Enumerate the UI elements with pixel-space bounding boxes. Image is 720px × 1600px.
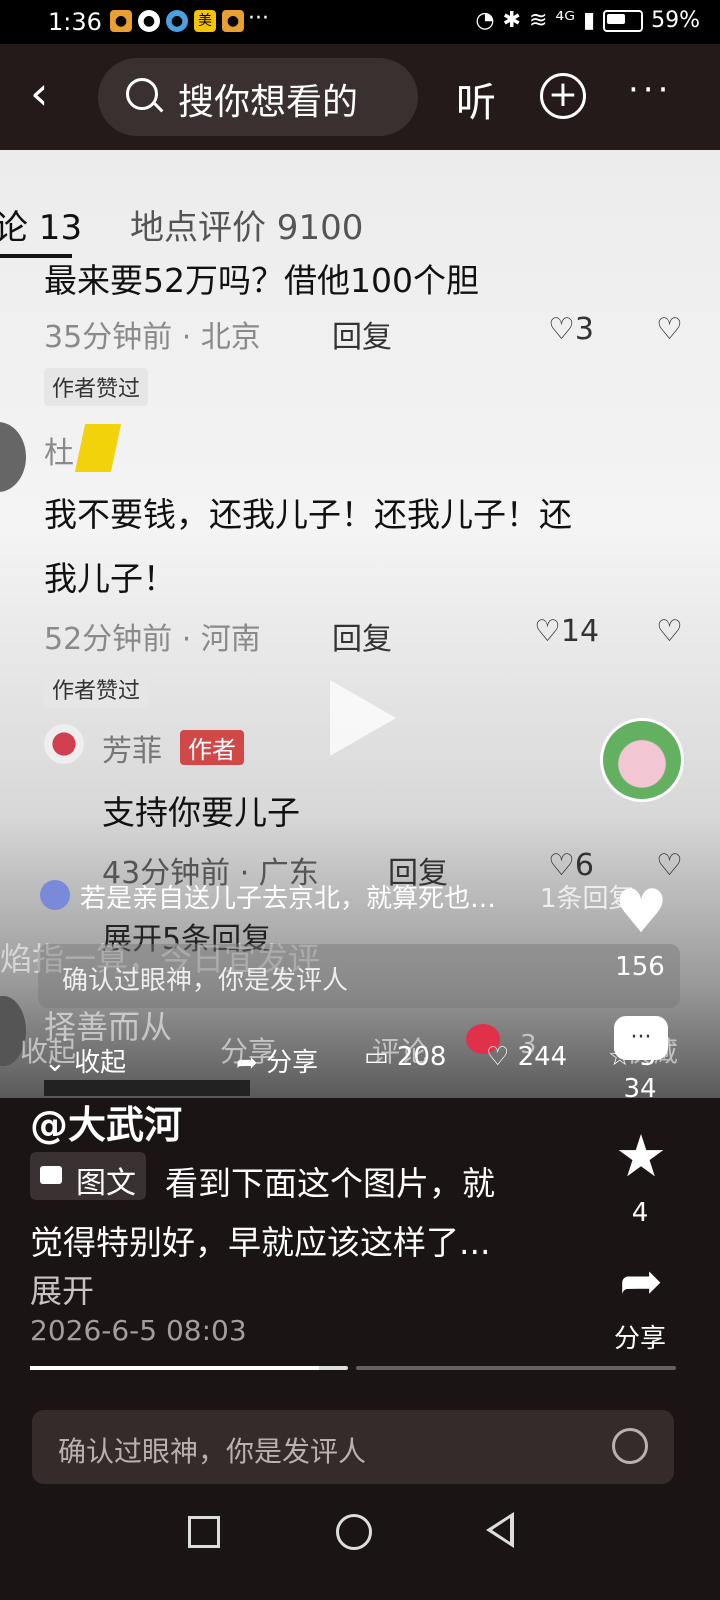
more-notifications-icon: ··· — [248, 6, 269, 31]
comment-input[interactable]: 确认过眼神，你是发评人 — [58, 1430, 366, 1470]
app-notification-icon-2: ● — [222, 10, 244, 32]
author-handle[interactable]: @大武河 — [30, 1094, 182, 1149]
expand-caption[interactable]: 展开 — [30, 1266, 94, 1312]
app-notification-icon: ● — [110, 10, 132, 32]
more-options-icon[interactable]: ··· — [628, 70, 672, 110]
caption-line1: 看到下面这个图片，就 — [165, 1164, 495, 1203]
heart-outline-icon: ♡ — [534, 614, 561, 649]
author-badge: 作者 — [180, 730, 244, 765]
like-heart-icon[interactable]: ♥ — [606, 882, 676, 942]
floating-comment-text: 若是亲自送儿子去京北，就算死也… — [80, 884, 497, 914]
reply-username: 芳菲 — [102, 734, 162, 769]
like-count: 244 — [517, 1042, 568, 1072]
comment-count-main: 34 — [623, 1074, 657, 1104]
comment-text-line1: 我不要钱，还我儿子！还我儿子！还 — [44, 495, 572, 534]
comment-time-location: 35分钟前 · 北京 — [44, 320, 261, 355]
bluetooth-icon: ✱ — [502, 8, 521, 33]
comment-reply: 回复 — [332, 320, 392, 355]
comment-text-line2: 我儿子！ — [44, 559, 176, 598]
comment-reply: 回复 — [332, 622, 392, 657]
emoji-icon[interactable] — [612, 1428, 648, 1464]
back-button[interactable]: ‹ — [30, 70, 48, 116]
collapse-label: 收起 — [74, 1048, 127, 1078]
notification-icons: ● ● ● 美 ● — [110, 10, 244, 32]
chat-notification-icon: ● — [138, 10, 160, 32]
meituan-notification-icon: 美 — [194, 10, 216, 32]
share-label-main: 分享 — [613, 1324, 666, 1354]
reply-text: 支持你要儿子 — [102, 793, 300, 832]
comment-like-count: 14 — [560, 614, 600, 649]
status-right: ◔ ✱ ≋ ⁴ᴳ ▮ 59% — [475, 8, 700, 33]
comment-like: ♡3 — [548, 312, 594, 347]
status-bar: 1:36 ● ● ● 美 ● ··· ◔ ✱ ≋ ⁴ᴳ ▮ 59% — [0, 0, 720, 44]
home-button[interactable] — [336, 1514, 372, 1550]
share-icon[interactable]: ➦ — [608, 1252, 674, 1312]
listen-button[interactable]: 听 — [456, 70, 496, 128]
comment-count: 208 — [396, 1042, 447, 1072]
signal-bars-icon: ▮ — [582, 8, 596, 33]
search-icon — [126, 78, 158, 110]
tab-place-reviews: 地点评价 9100 — [130, 208, 364, 248]
cut-comment-text: 最来要52万吗？借他100个胆 — [44, 261, 479, 300]
comment-icon[interactable]: ··· — [614, 1016, 668, 1060]
caption-line2: 觉得特别好，早就应该这样了... — [30, 1223, 491, 1262]
share-label: 分享 — [266, 1048, 319, 1078]
like-action: ♡ 244 — [486, 1042, 568, 1072]
avatar — [0, 422, 26, 492]
collapse-action: ⌄ 收起 — [44, 1048, 127, 1078]
add-icon[interactable]: + — [540, 73, 586, 119]
battery-icon — [603, 9, 644, 32]
tab-comments: 论 13 — [0, 208, 83, 248]
heart-outline-icon: ♡ — [548, 312, 575, 347]
comment-like: ♡14 — [534, 614, 599, 649]
play-icon — [330, 680, 396, 756]
browser-notification-icon: ● — [166, 10, 188, 32]
like-count-main: 156 — [615, 952, 665, 982]
ghost-input-text: 确认过眼神，你是发评人 — [62, 966, 349, 996]
image-text-icon — [40, 1166, 62, 1184]
favorite-star-icon[interactable]: ★ — [608, 1124, 674, 1188]
image-progress-1-fill — [30, 1366, 320, 1370]
broken-heart-icon: ♡ — [656, 312, 683, 347]
recent-apps-button[interactable] — [188, 1516, 220, 1548]
favorite-count: 4 — [631, 1198, 649, 1228]
back-nav-inner — [492, 1518, 510, 1542]
wifi-icon: ≋ — [528, 8, 548, 33]
broken-heart-icon: ♡ — [656, 614, 683, 649]
search-placeholder[interactable]: 搜你想看的 — [178, 73, 358, 125]
author-liked-tag: 作者赞过 — [44, 368, 149, 406]
image-progress-2 — [356, 1366, 676, 1370]
avatar — [44, 724, 84, 764]
share-action: ➦ 分享 — [236, 1048, 319, 1078]
comment-action: ▭ 208 — [364, 1042, 447, 1072]
speed-icon: ◔ — [475, 8, 495, 33]
post-date: 2026-6-5 08:03 — [30, 1314, 247, 1347]
signal-icon: ⁴ᴳ — [555, 8, 575, 33]
avatar — [40, 880, 70, 910]
comment-time-location: 52分钟前 · 河南 — [44, 622, 261, 657]
creator-avatar[interactable] — [600, 718, 684, 802]
battery-percent: 59% — [651, 8, 700, 33]
comment-like-count: 3 — [574, 312, 594, 347]
author-liked-tag: 作者赞过 — [44, 670, 149, 708]
post-type-label: 图文 — [76, 1166, 136, 1201]
status-time: 1:36 — [48, 8, 102, 36]
